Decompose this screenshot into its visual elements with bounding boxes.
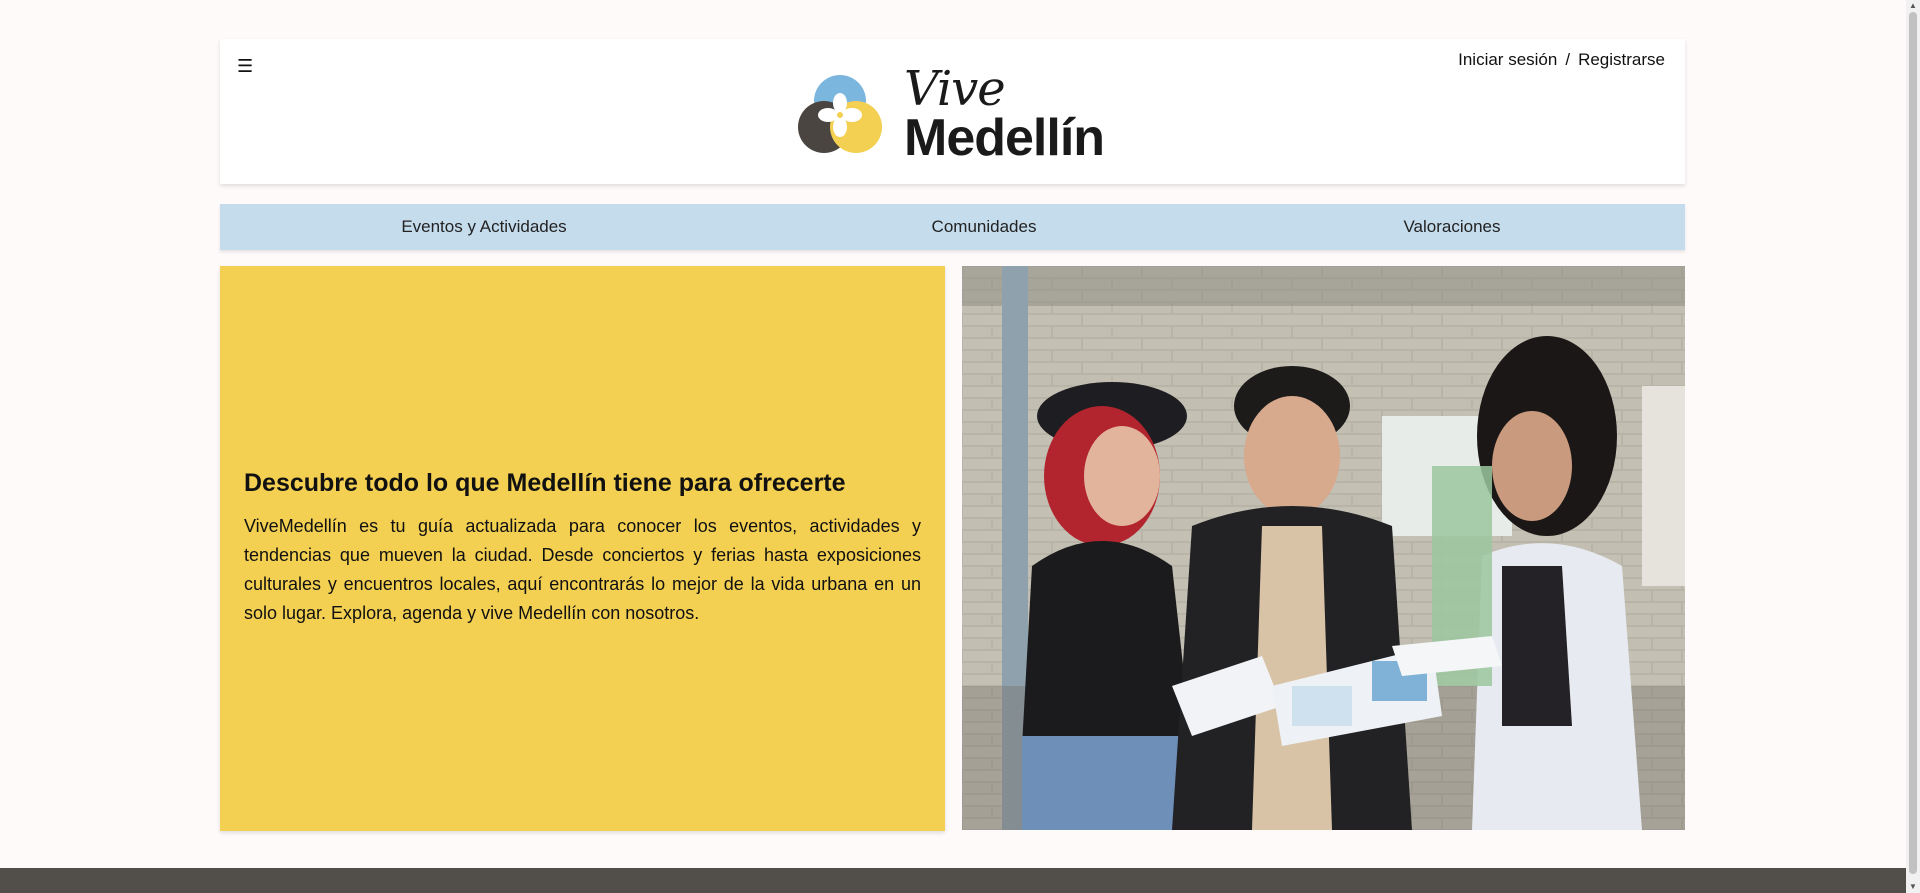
login-link[interactable]: Iniciar sesión bbox=[1458, 50, 1557, 69]
hero-text-panel: Descubre todo lo que Medellín tiene para… bbox=[220, 266, 945, 831]
hamburger-menu-icon[interactable]: ☰ bbox=[237, 53, 263, 79]
site-header: ☰ Vive Medellín Iniciar sesión / Registrar… bbox=[220, 39, 1685, 184]
nav-item-eventos[interactable]: Eventos y Actividades bbox=[401, 204, 566, 250]
nav-item-comunidades[interactable]: Comunidades bbox=[932, 204, 1037, 250]
hero-photo bbox=[962, 266, 1685, 830]
hero-title: Descubre todo lo que Medellín tiene para… bbox=[244, 469, 846, 497]
footer bbox=[0, 868, 1920, 893]
logo-mark-icon bbox=[798, 75, 882, 153]
hero-description: ViveMedellín es tu guía actualizada para… bbox=[244, 516, 921, 623]
nav-item-valoraciones[interactable]: Valoraciones bbox=[1403, 204, 1500, 250]
register-link[interactable]: Registrarse bbox=[1578, 50, 1665, 69]
scroll-down-arrow-icon[interactable]: ▼ bbox=[1908, 882, 1918, 892]
vive-medellin-logo[interactable]: Vive Medellín bbox=[792, 61, 1132, 171]
page-scrollbar[interactable]: ▲ ▼ bbox=[1906, 0, 1920, 893]
auth-separator: / bbox=[1565, 50, 1571, 69]
people-reading-brochures-image bbox=[962, 266, 1685, 830]
scroll-up-arrow-icon[interactable]: ▲ bbox=[1908, 1, 1918, 11]
main-nav: Eventos y Actividades Comunidades Valora… bbox=[220, 204, 1685, 250]
logo-word-medellin: Medellín bbox=[904, 109, 1105, 167]
auth-links: Iniciar sesión / Registrarse bbox=[1458, 50, 1665, 70]
scrollbar-thumb[interactable] bbox=[1909, 12, 1917, 874]
